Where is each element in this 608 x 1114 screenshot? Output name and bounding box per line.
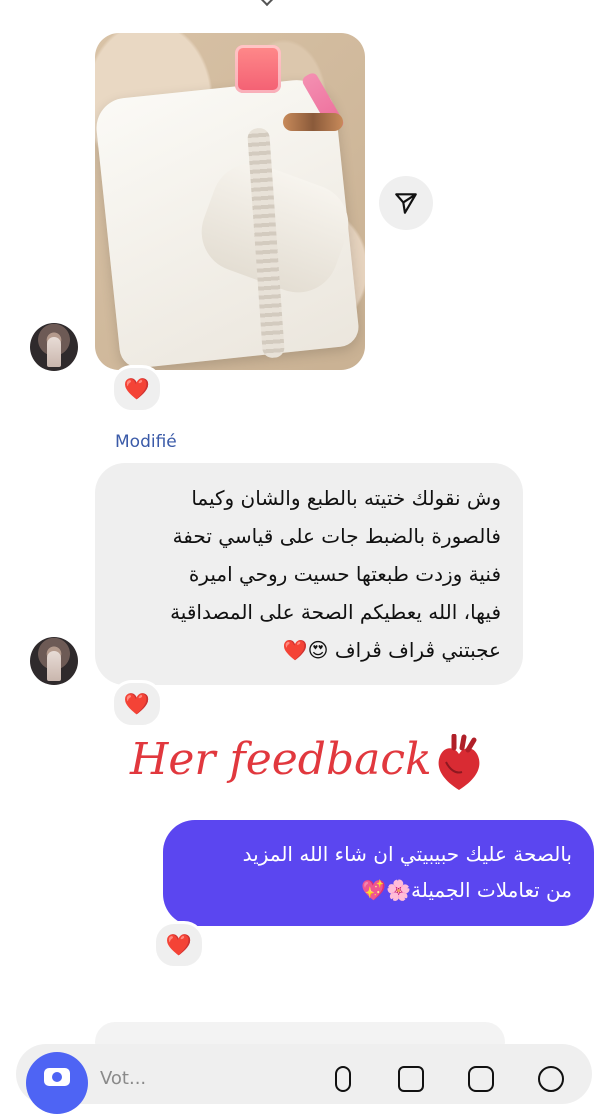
message-line: من تعاملات الجميلة🌸💖 [361,878,572,902]
emoji-tail: 😍❤️ [282,638,329,662]
message-line: فالصورة بالضبط جات على قياسي تحفة [172,524,501,548]
camera-button[interactable] [26,1052,88,1114]
photo-message[interactable] [95,33,365,370]
message-line-last: عجبتني ڤراف ڤراف 😍❤️ [117,631,501,669]
message-line: بالصحة عليك حبيبيتي ان شاء الله المزيد [242,842,572,866]
heart-icon: ❤️ [123,691,151,716]
share-button[interactable] [379,176,433,230]
collapse-chevron-icon [259,0,275,7]
message-text: عجبتني ڤراف ڤراف [334,638,501,662]
photo-perfume [235,45,281,93]
mic-icon[interactable] [335,1066,351,1092]
outgoing-reaction[interactable]: ❤️ [153,921,205,969]
camera-icon [44,1068,70,1086]
sticker-icon[interactable] [468,1066,494,1092]
message-input[interactable]: Vot... [100,1068,146,1089]
heart-icon: ❤️ [123,376,151,401]
plus-icon[interactable] [538,1066,564,1092]
edited-label: Modifié [115,432,177,452]
send-icon [395,193,417,214]
incoming-message[interactable]: وش نقولك ختيته بالطبع والشان وكيما فالصو… [95,463,523,685]
message-reaction[interactable]: ❤️ [111,680,163,728]
outgoing-message[interactable]: بالصحة عليك حبيبيتي ان شاء الله المزيد م… [163,820,594,926]
photo-reaction[interactable]: ❤️ [111,365,163,413]
sender-avatar[interactable] [30,637,78,685]
message-line: وش نقولك ختيته بالطبع والشان وكيما [191,486,501,510]
photo-watch [283,113,343,131]
sender-avatar[interactable] [30,323,78,371]
heart-icon: ❤️ [165,932,193,957]
message-line: فيها، الله يعطيكم الصحة على المصداقية [170,600,501,624]
anatomical-heart-icon [438,734,480,790]
gallery-icon[interactable] [398,1066,424,1092]
message-line: فنية وزدت طبعتها حسيت روحي اميرة [188,562,501,586]
feedback-caption: Her feedback [130,734,432,785]
